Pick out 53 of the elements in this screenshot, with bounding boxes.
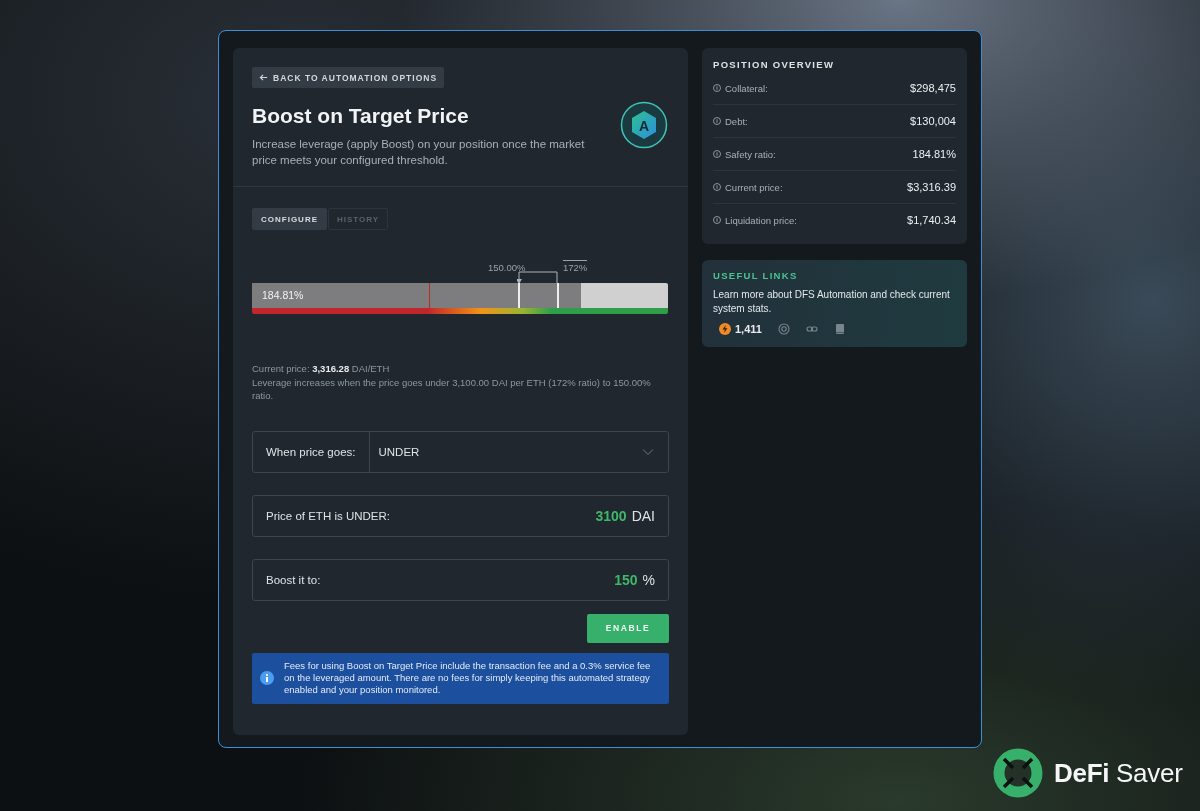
info-icon xyxy=(713,150,721,158)
trigger-ratio-label: 172% xyxy=(563,260,588,273)
trigger-marker xyxy=(556,283,559,308)
row-value: $130,004 xyxy=(910,115,956,127)
link-icon[interactable] xyxy=(805,323,818,335)
page-title: Boost on Target Price xyxy=(252,104,470,128)
field-unit: DAI xyxy=(631,507,655,524)
row-label: Safety ratio: xyxy=(725,148,776,160)
row-value: $1,740.34 xyxy=(907,214,956,226)
card-title: USEFUL LINKS xyxy=(713,270,799,281)
field-unit: % xyxy=(642,571,655,588)
field-label: Price of ETH is UNDER: xyxy=(266,509,390,522)
field-value: 3100 xyxy=(595,507,627,524)
row-value: 184.81% xyxy=(912,148,956,160)
field-label: When price goes: xyxy=(253,431,370,472)
tab[interactable]: CONFIGURE xyxy=(252,208,327,230)
hexagon-badge-icon: A xyxy=(620,101,668,149)
book-icon[interactable] xyxy=(833,323,846,335)
select-value: UNDER xyxy=(377,445,421,458)
row-label: Liquidation price: xyxy=(725,214,797,226)
target-ratio-label: 150.00% xyxy=(488,262,526,273)
row-value: $3,316.39 xyxy=(907,181,956,193)
brand-name: DeFi Saver xyxy=(1054,757,1183,789)
arrow-left-icon xyxy=(259,73,268,82)
lifebuoy-logo-icon xyxy=(993,748,1043,798)
info-icon xyxy=(713,117,721,125)
row-label: Debt: xyxy=(725,115,748,127)
description: Increase leverage (apply Boost) on your position once the market price meets your configured threshold. xyxy=(252,137,586,168)
row-label: Collateral: xyxy=(725,82,768,94)
field-label: Boost it to: xyxy=(266,573,321,586)
info-icon xyxy=(260,670,274,685)
ratio-reading: 184.81% xyxy=(262,289,304,301)
lightning-icon[interactable] xyxy=(719,323,731,335)
liquidation-marker xyxy=(428,283,430,308)
chevron-down-icon xyxy=(642,447,654,456)
row-value: $298,475 xyxy=(910,82,956,94)
current-price-text: Current price: 3,316.28 DAI/ETH xyxy=(252,362,391,376)
price-direction-select[interactable]: When price goes: UNDER xyxy=(252,430,669,473)
info-icon xyxy=(713,183,721,191)
target-marker xyxy=(518,283,521,308)
explanation-text: Leverage increases when the price goes under 3,100.00 DAI per ETH (172% ratio) to 150.00% ratio. xyxy=(252,375,652,403)
stat-count: 1,411 xyxy=(735,323,762,335)
amount-field[interactable]: Boost it to: 150 % xyxy=(252,558,669,601)
links-text: Learn more about DFS Automation and check current system stats. xyxy=(713,288,951,315)
info-icon xyxy=(713,216,721,224)
row-label: Current price: xyxy=(725,181,783,193)
lifebuoy-icon[interactable] xyxy=(777,323,790,335)
notice-text: Fees for using Boost on Target Price include the transaction fee and a 0.3% service fee on the leveraged amount. There are no fees for simply keeping this automated strategy enabled and your position monitored. xyxy=(284,659,652,696)
card-title: POSITION OVERVIEW xyxy=(713,59,836,70)
field-value: 150 xyxy=(614,571,638,588)
info-icon xyxy=(713,84,721,92)
back-button[interactable]: BACK TO AUTOMATION OPTIONS xyxy=(252,67,445,88)
amount-field[interactable]: Price of ETH is UNDER: 3100 DAI xyxy=(252,494,669,537)
